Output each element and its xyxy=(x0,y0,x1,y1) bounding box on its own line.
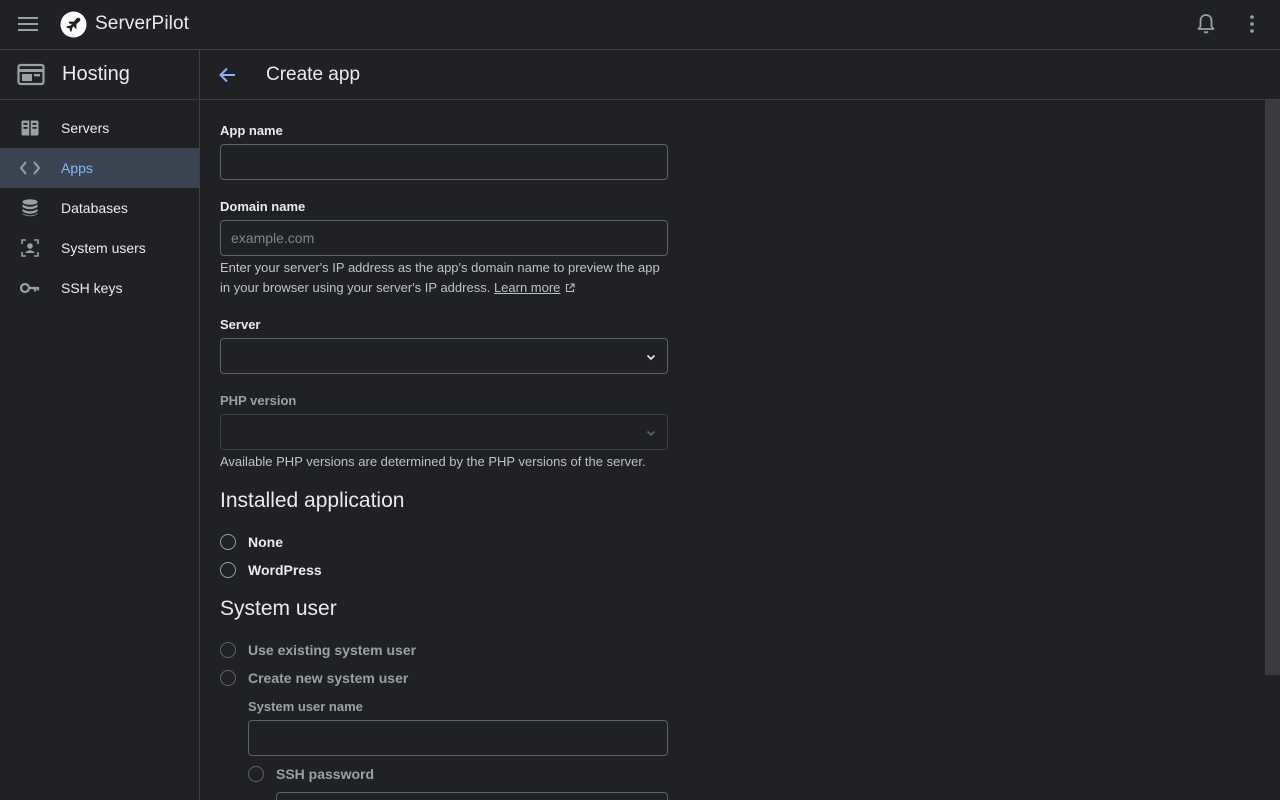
app-name-label: App name xyxy=(220,123,283,138)
radio-label: Use existing system user xyxy=(248,642,417,658)
sidebar-item-apps[interactable]: Apps xyxy=(0,148,199,188)
radio-button[interactable] xyxy=(220,562,236,578)
more-vert-icon[interactable] xyxy=(1240,12,1264,36)
radio-label: Create new system user xyxy=(248,670,409,686)
hamburger-menu-icon[interactable] xyxy=(14,10,42,38)
radio-create-new-user[interactable]: Create new system user xyxy=(220,668,408,688)
domain-help-body: Enter your server's IP address as the ap… xyxy=(220,260,660,295)
code-icon xyxy=(20,158,40,178)
sidebar-item-system-users[interactable]: System users xyxy=(0,228,199,268)
back-arrow-icon[interactable] xyxy=(217,64,239,86)
radio-none[interactable]: None xyxy=(220,532,283,552)
system-user-heading: System user xyxy=(220,597,337,620)
domain-name-input[interactable] xyxy=(220,220,668,256)
sidebar-item-label: Servers xyxy=(61,120,110,136)
sidebar-nav: Servers Apps Databases System users SSH … xyxy=(0,108,199,308)
sidebar-item-databases[interactable]: Databases xyxy=(0,188,199,228)
notifications-bell-icon[interactable] xyxy=(1194,12,1218,36)
server-label: Server xyxy=(220,317,261,332)
chevron-down-icon xyxy=(646,430,656,437)
sidebar-title: Hosting xyxy=(62,63,130,85)
sidebar-item-label: System users xyxy=(61,240,146,256)
database-icon xyxy=(20,198,40,218)
users-icon xyxy=(20,238,40,258)
radio-button[interactable] xyxy=(220,670,236,686)
external-link-icon[interactable] xyxy=(565,283,575,293)
server-select[interactable] xyxy=(220,338,668,374)
radio-button[interactable] xyxy=(220,642,236,658)
sidebar: Hosting Servers Apps Databases System us… xyxy=(0,50,200,800)
key-icon xyxy=(20,278,40,298)
scrollbar-thumb[interactable] xyxy=(1265,100,1280,675)
serverpilot-logo-icon[interactable] xyxy=(60,11,87,38)
page-title: Create app xyxy=(266,64,361,85)
php-version-help: Available PHP versions are determined by… xyxy=(220,454,646,469)
radio-wordpress[interactable]: WordPress xyxy=(220,560,322,580)
radio-use-existing-user[interactable]: Use existing system user xyxy=(220,640,416,660)
top-bar: ServerPilot xyxy=(0,0,1280,50)
sidebar-header: Hosting xyxy=(0,50,199,100)
php-version-select[interactable] xyxy=(220,414,668,450)
radio-label: WordPress xyxy=(248,562,322,578)
ssh-password-input[interactable] xyxy=(276,792,668,800)
app-name-input[interactable] xyxy=(220,144,668,180)
sidebar-item-label: Databases xyxy=(61,200,128,216)
hosting-icon xyxy=(17,63,45,86)
sidebar-item-label: Apps xyxy=(61,160,93,176)
sidebar-item-ssh-keys[interactable]: SSH keys xyxy=(0,268,199,308)
radio-button[interactable] xyxy=(220,534,236,550)
domain-name-label: Domain name xyxy=(220,199,306,214)
servers-icon xyxy=(20,118,40,138)
learn-more-label: Learn more xyxy=(493,280,561,295)
chevron-down-icon xyxy=(646,354,656,361)
radio-ssh-password[interactable]: SSH password xyxy=(248,764,374,784)
sidebar-item-servers[interactable]: Servers xyxy=(0,108,199,148)
installed-application-heading: Installed application xyxy=(220,489,405,512)
php-version-label: PHP version xyxy=(220,393,297,408)
sidebar-item-label: SSH keys xyxy=(61,280,123,296)
radio-label: None xyxy=(248,534,283,550)
system-user-name-label: System user name xyxy=(248,699,363,714)
learn-more-link[interactable]: Learn more xyxy=(494,280,560,295)
radio-label: SSH password xyxy=(276,766,375,782)
radio-button[interactable] xyxy=(248,766,264,782)
domain-help-text: Enter your server's IP address as the ap… xyxy=(220,258,670,298)
system-user-name-input[interactable] xyxy=(248,720,668,756)
brand-name[interactable]: ServerPilot xyxy=(95,13,189,35)
page-header: Create app xyxy=(200,50,1280,100)
